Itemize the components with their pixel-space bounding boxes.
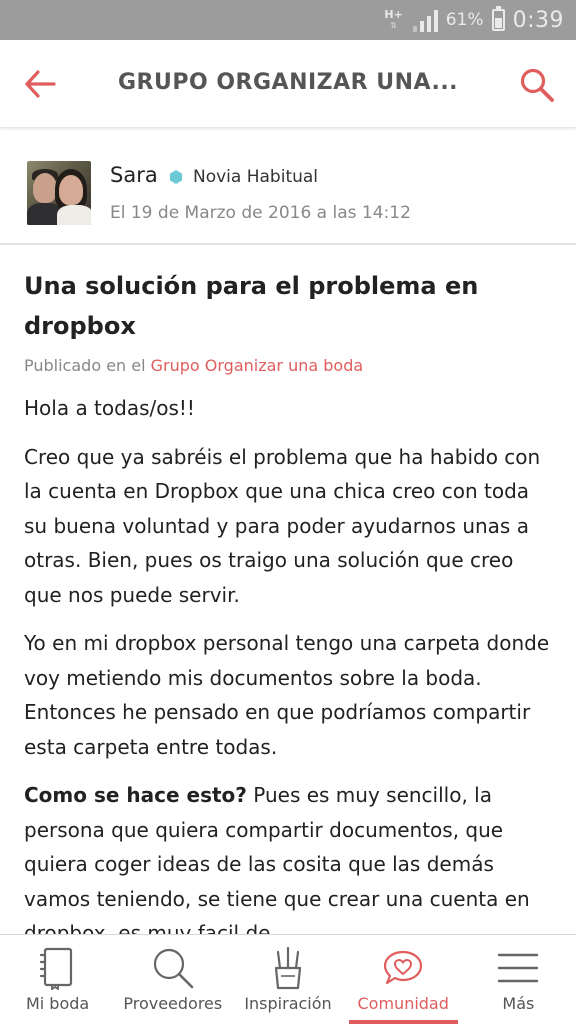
post-paragraph: Yo en mi dropbox personal tengo una carp…	[24, 631, 550, 759]
post-title: Una solución para el problema en dropbox	[24, 272, 479, 340]
battery-percent: 61%	[445, 10, 484, 30]
app-header: GRUPO ORGANIZAR UNA...	[0, 40, 576, 128]
bottom-nav: Mi boda Proveedores Inspiración Comunida…	[0, 934, 576, 1024]
published-in: Publicado en el Grupo Organizar una boda	[24, 356, 554, 375]
nav-label: Inspiración	[244, 994, 332, 1013]
nav-item-mas[interactable]: Más	[461, 935, 576, 1024]
nav-label: Mi boda	[25, 994, 90, 1013]
nav-item-comunidad[interactable]: Comunidad	[346, 935, 461, 1024]
hexagon-badge-icon	[170, 170, 182, 184]
author-role: Novia Habitual	[193, 167, 319, 187]
post-paragraph: Como se hace esto? Pues es muy sencillo,…	[24, 778, 554, 951]
post-paragraph-text: Pues es muy sencillo, la persona que qui…	[24, 783, 530, 945]
status-icons: H+ ⇅ 61% 0:39	[384, 0, 564, 40]
search-button[interactable]	[516, 64, 558, 106]
group-link[interactable]: Grupo Organizar una boda	[151, 356, 364, 375]
battery-icon	[491, 6, 505, 31]
status-bar: H+ ⇅ 61% 0:39	[0, 0, 576, 40]
post-paragraph-bold: Como se hace esto?	[24, 783, 247, 807]
menu-icon	[495, 945, 541, 991]
nav-item-proveedores[interactable]: Proveedores	[115, 935, 230, 1024]
page-title: GRUPO ORGANIZAR UNA...	[118, 70, 459, 95]
nav-label: Más	[502, 994, 535, 1013]
nav-label: Proveedores	[123, 994, 223, 1013]
back-button[interactable]	[20, 64, 60, 104]
network-activity-icon: ⇅	[390, 21, 397, 30]
arrow-left-icon	[25, 70, 56, 98]
status-clock: 0:39	[512, 7, 564, 33]
post-article: Una solución para el problema en dropbox…	[24, 266, 554, 951]
post-date: El 19 de Marzo de 2016 a las 14:12	[110, 203, 411, 223]
network-type-indicator: H+ ⇅	[384, 9, 402, 31]
author-card: Sara Novia Habitual El 19 de Marzo de 20…	[0, 130, 576, 245]
pencil-cup-icon	[265, 945, 311, 991]
heart-bubble-icon	[380, 945, 426, 991]
signal-strength-icon	[412, 8, 438, 32]
nav-item-inspiracion[interactable]: Inspiración	[230, 935, 345, 1024]
search-icon	[520, 68, 554, 102]
published-prefix: Publicado en el	[24, 356, 146, 375]
search-icon	[150, 945, 196, 991]
post-greeting: Hola a todas/os!!	[24, 396, 195, 420]
nav-item-mi-boda[interactable]: Mi boda	[0, 935, 115, 1024]
post-paragraph: Creo que ya sabréis el problema que ha h…	[24, 444, 541, 607]
avatar[interactable]	[27, 161, 91, 225]
network-type-label: H+	[384, 8, 403, 21]
nav-label: Comunidad	[357, 994, 449, 1013]
author-name[interactable]: Sara	[110, 163, 158, 187]
notebook-icon	[35, 945, 81, 991]
